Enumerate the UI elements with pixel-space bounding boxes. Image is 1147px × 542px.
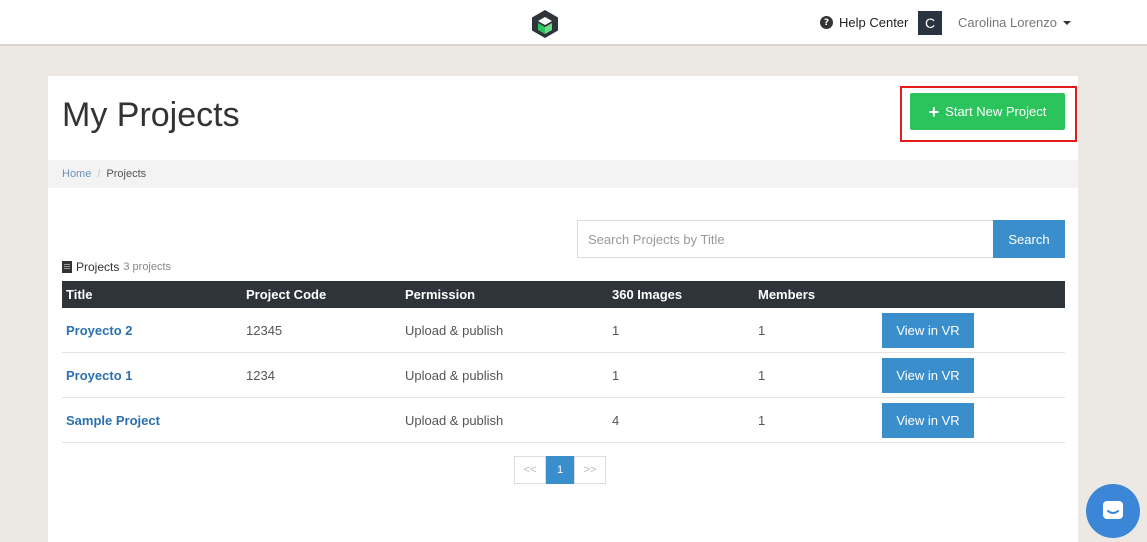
start-new-project-button[interactable]: + Start New Project xyxy=(910,93,1065,130)
user-menu[interactable]: Carolina Lorenzo xyxy=(958,15,1072,30)
images-count-cell: 1 xyxy=(612,322,620,338)
breadcrumb-separator: / xyxy=(97,168,101,180)
column-header-permission: Permission xyxy=(405,287,476,302)
start-new-project-label: Start New Project xyxy=(945,104,1047,119)
images-count-cell: 1 xyxy=(612,367,620,383)
permission-cell: Upload & publish xyxy=(405,322,504,338)
breadcrumb-current: Projects xyxy=(106,168,147,180)
breadcrumb-home[interactable]: Home xyxy=(62,168,91,180)
plus-icon: + xyxy=(928,101,940,122)
search-button[interactable]: Search xyxy=(993,220,1065,258)
table-row: Proyecto 2 12345 Upload & publish 1 1 Vi… xyxy=(62,308,1065,353)
help-center-link[interactable]: ? Help Center xyxy=(820,15,908,30)
members-count-cell: 1 xyxy=(758,412,766,428)
column-header-title: Title xyxy=(66,287,93,302)
pagination: << 1 >> xyxy=(514,456,606,484)
top-navbar: ? Help Center C Carolina Lorenzo xyxy=(0,0,1147,46)
chat-launcher-button[interactable] xyxy=(1086,484,1140,538)
column-header-members: Members xyxy=(758,287,816,302)
user-avatar[interactable]: C xyxy=(918,11,942,35)
project-title-link[interactable]: Proyecto 1 xyxy=(66,368,132,383)
projects-panel: My Projects + Start New Project Home / P… xyxy=(48,76,1078,542)
table-header: Title Project Code Permission 360 Images… xyxy=(62,281,1065,308)
pagination-page-current[interactable]: 1 xyxy=(546,456,574,484)
project-title-link[interactable]: Proyecto 2 xyxy=(66,323,132,338)
building-icon xyxy=(62,261,72,273)
project-code-cell: 12345 xyxy=(246,322,283,338)
projects-table: Title Project Code Permission 360 Images… xyxy=(62,281,1065,443)
view-in-vr-button[interactable]: View in VR xyxy=(882,357,974,393)
view-in-vr-button[interactable]: View in VR xyxy=(882,402,974,438)
search-input[interactable] xyxy=(577,220,994,258)
permission-cell: Upload & publish xyxy=(405,412,504,428)
members-count-cell: 1 xyxy=(758,322,766,338)
projects-label: Projects xyxy=(76,260,120,274)
column-header-project-code: Project Code xyxy=(246,287,327,302)
project-code-cell: 1234 xyxy=(246,367,275,383)
user-name-label: Carolina Lorenzo xyxy=(958,15,1058,30)
projects-count: 3 projects xyxy=(123,261,172,273)
members-count-cell: 1 xyxy=(758,367,766,383)
permission-cell: Upload & publish xyxy=(405,367,504,383)
table-row: Sample Project Upload & publish 4 1 View… xyxy=(62,398,1065,443)
breadcrumb: Home / Projects xyxy=(48,160,1078,188)
chat-icon xyxy=(1103,501,1123,519)
app-logo[interactable] xyxy=(529,8,561,40)
pagination-next[interactable]: >> xyxy=(574,456,606,484)
view-in-vr-button[interactable]: View in VR xyxy=(882,312,974,348)
table-row: Proyecto 1 1234 Upload & publish 1 1 Vie… xyxy=(62,353,1065,398)
projects-heading: Projects 3 projects xyxy=(62,260,171,274)
help-center-label: Help Center xyxy=(839,15,909,30)
pagination-prev[interactable]: << xyxy=(514,456,546,484)
project-title-link[interactable]: Sample Project xyxy=(66,413,160,428)
caret-down-icon xyxy=(1063,20,1072,25)
images-count-cell: 4 xyxy=(612,412,620,428)
page-title: My Projects xyxy=(62,96,240,134)
column-header-360-images: 360 Images xyxy=(612,287,683,302)
question-circle-icon: ? xyxy=(820,16,833,29)
